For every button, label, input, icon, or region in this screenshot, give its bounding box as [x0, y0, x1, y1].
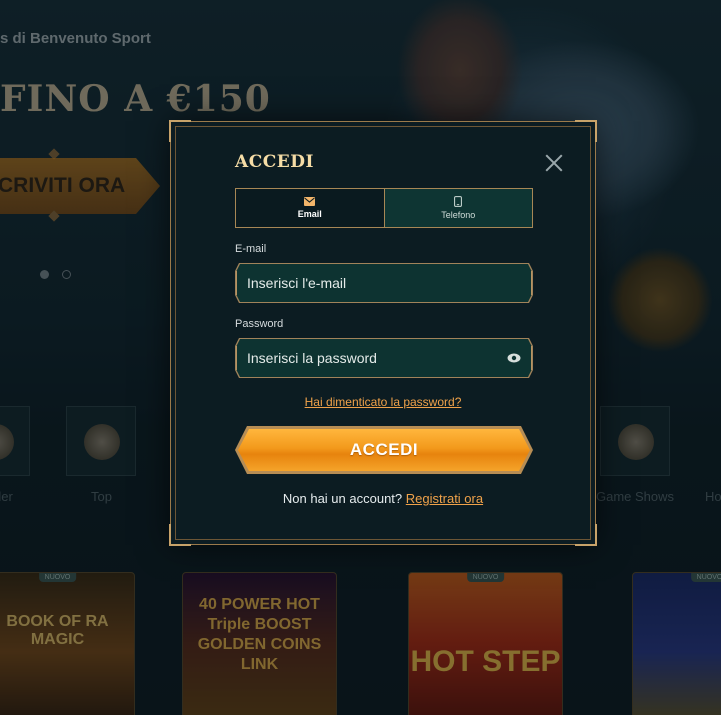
register-row: Non hai un account? Registrati ora [171, 491, 595, 506]
corner-ornament [575, 524, 597, 546]
email-label: E-mail [235, 243, 267, 255]
email-input[interactable] [247, 263, 507, 303]
corner-ornament [169, 120, 191, 142]
envelope-icon [304, 197, 316, 206]
corner-ornament [575, 120, 597, 142]
register-prompt: Non hai un account? [282, 491, 403, 506]
tab-telefono[interactable]: Telefono [383, 189, 532, 227]
close-icon[interactable] [543, 152, 565, 174]
field-notch-ornament [526, 271, 532, 295]
modal-title: ACCEDI [235, 152, 314, 172]
password-label: Password [235, 318, 284, 330]
email-field[interactable] [235, 263, 533, 303]
login-method-tabs: Email Telefono [235, 188, 533, 228]
field-notch-ornament [526, 346, 532, 370]
password-field[interactable] [235, 338, 533, 378]
tab-email[interactable]: Email [236, 189, 384, 227]
register-link[interactable]: Registrati ora [406, 491, 483, 506]
eye-icon[interactable] [507, 352, 521, 364]
submit-label: ACCEDI [349, 440, 419, 459]
field-notch-ornament [236, 271, 242, 295]
password-input[interactable] [247, 338, 507, 378]
tab-label: Telefono [441, 210, 476, 220]
corner-ornament [169, 524, 191, 546]
forgot-password-link[interactable]: Hai dimenticato la password? [171, 395, 595, 409]
login-submit-button[interactable]: ACCEDI [235, 426, 533, 474]
login-modal: ACCEDI Email Telefono E-mail Password [169, 120, 597, 546]
tab-label: Email [297, 209, 322, 219]
field-notch-ornament [236, 346, 242, 370]
phone-icon [454, 196, 463, 207]
